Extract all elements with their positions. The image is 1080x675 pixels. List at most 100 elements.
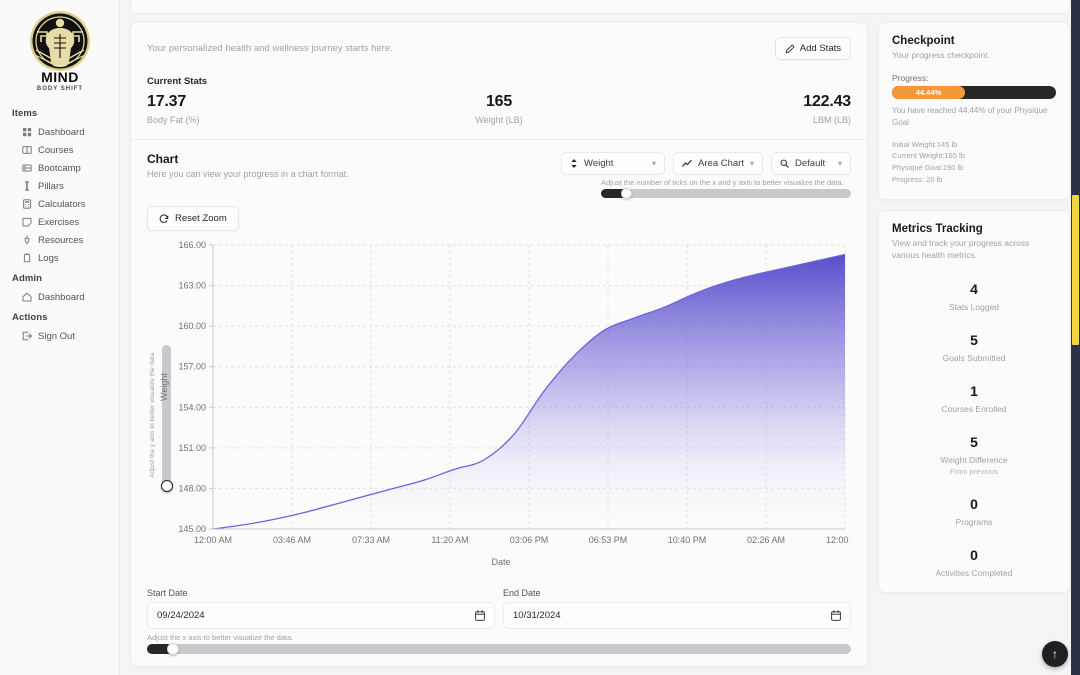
chart-canvas[interactable]: 145.00 148.00 151.00 154.00 157.00 160.00 163.…: [151, 235, 851, 580]
sidebar-item-courses[interactable]: Courses: [0, 141, 119, 159]
chevron-down-icon: ▾: [749, 159, 754, 168]
svg-text:MIND: MIND: [41, 69, 79, 85]
ticks-slider[interactable]: [601, 188, 851, 199]
svg-text:163.00: 163.00: [178, 281, 206, 291]
x-axis-slider-handle[interactable]: [167, 643, 179, 655]
metric-select-value: Weight: [584, 158, 614, 169]
chevron-down-icon: ▾: [652, 159, 657, 168]
whistle-icon: [22, 163, 32, 173]
secondary-column: Checkpoint Your progress checkpoint. Pro…: [878, 22, 1070, 594]
calendar-icon[interactable]: [475, 610, 485, 621]
svg-text:03:06 PM: 03:06 PM: [510, 535, 549, 545]
progress-label: Progress:: [892, 73, 929, 84]
add-stats-label: Add Stats: [799, 43, 841, 54]
metric-value: 0: [970, 496, 978, 513]
stats-row: 17.37 Body Fat (%) 165 Weight (LB) 122.4…: [147, 93, 851, 125]
metric-item: 5 Goals Submitted: [892, 332, 1056, 363]
reset-zoom-button[interactable]: Reset Zoom: [147, 206, 239, 231]
svg-text:Weight: Weight: [159, 373, 169, 401]
chevron-down-icon: ▾: [837, 159, 842, 168]
chart-title: Chart: [147, 152, 179, 166]
metric-select[interactable]: Weight ▾: [561, 152, 666, 175]
metric-label: Weight Difference: [940, 455, 1008, 466]
stat-value: 122.43: [803, 93, 852, 110]
edit-icon: [785, 44, 795, 53]
x-axis-slider-group: Adjust the x axis to better visualize th…: [147, 629, 851, 666]
progress-bar-fill: 44.44%: [892, 86, 965, 100]
mind-body-shift-logo-icon: MIND BODY SHIFT: [29, 11, 90, 92]
end-date-label: End Date: [503, 588, 541, 598]
svg-text:10:40 PM: 10:40 PM: [668, 535, 707, 545]
metric-value: 5: [970, 434, 978, 451]
svg-text:02:26 AM: 02:26 AM: [747, 535, 785, 545]
area-chart-svg: 145.00 148.00 151.00 154.00 157.00 160.00 163.…: [159, 240, 851, 545]
checkpoint-description: Your progress checkpoint.: [892, 50, 990, 60]
svg-text:145.00: 145.00: [178, 524, 206, 534]
stat-body-fat: 17.37 Body Fat (%): [147, 93, 382, 125]
sidebar-item-logs[interactable]: Logs: [0, 249, 119, 267]
sort-icon: [571, 159, 577, 168]
ticks-slider-handle[interactable]: [621, 188, 632, 199]
current-stats-heading: Current Stats: [147, 76, 208, 87]
metric-item: 5 Weight Difference From previous: [892, 434, 1056, 476]
stat-lbm: 122.43 LBM (LB): [616, 93, 851, 125]
metrics-title: Metrics Tracking: [892, 223, 983, 236]
sidebar-item-sign-out[interactable]: Sign Out: [0, 327, 119, 345]
chart-heading-group: Chart Here you can view your progress in…: [147, 152, 349, 179]
checkpoint-card: Checkpoint Your progress checkpoint. Pro…: [878, 22, 1070, 201]
svg-text:12:00 AM: 12:00 AM: [826, 535, 851, 545]
sidebar-item-label: Dashboard: [38, 126, 85, 138]
stat-label: LBM (LB): [813, 115, 852, 125]
stat-label: Weight (LB): [475, 115, 523, 125]
brand-logo[interactable]: MIND BODY SHIFT: [0, 6, 119, 102]
add-stats-button[interactable]: Add Stats: [774, 37, 851, 60]
hero-subtitle: Your personalized health and wellness jo…: [147, 43, 393, 54]
sidebar-item-label: Calculators: [38, 198, 86, 210]
metric-item: 0 Programs: [892, 496, 1056, 527]
main-content: Your personalized health and wellness jo…: [120, 0, 1080, 675]
x-axis-title: Date: [491, 557, 511, 567]
checkpoint-detail-line: Initial Weight:145 lb: [892, 139, 958, 149]
sidebar-nav: Items Dashboard Courses Bootcamp Pillars Calc…: [0, 102, 119, 345]
calendar-icon[interactable]: [831, 610, 841, 621]
checkpoint-detail-line: Current Weight:165 lb: [892, 151, 965, 161]
area-chart-icon: [682, 159, 692, 167]
metric-sublabel: From previous: [950, 467, 998, 477]
end-date-input[interactable]: 10/31/2024: [503, 602, 851, 629]
search-icon: [780, 159, 789, 168]
stat-value: 165: [485, 93, 513, 110]
plug-icon: [22, 235, 32, 245]
date-range-controls: Start Date 09/24/2024 End Date 10/31/202…: [147, 580, 851, 629]
start-date-input[interactable]: 09/24/2024: [147, 602, 495, 629]
metric-label: Courses Enrolled: [941, 404, 1007, 415]
sidebar-item-label: Bootcamp: [38, 162, 81, 174]
sidebar-item-label: Pillars: [38, 180, 64, 192]
progress-bar: 44.44%: [892, 86, 1056, 100]
x-axis-slider[interactable]: [147, 643, 851, 655]
metric-item: 4 Stats Logged: [892, 281, 1056, 312]
sidebar-item-dashboard[interactable]: Dashboard: [0, 288, 119, 306]
metrics-description: View and track your progress across vari…: [892, 238, 1030, 260]
chart-style-select[interactable]: Default ▾: [771, 152, 851, 175]
sidebar-item-dashboard[interactable]: Dashboard: [0, 123, 119, 141]
end-date-value: 10/31/2024: [513, 610, 561, 621]
clipboard-icon: [22, 253, 32, 263]
page-scrollbar[interactable]: [1071, 0, 1080, 675]
sidebar-item-bootcamp[interactable]: Bootcamp: [0, 159, 119, 177]
svg-text:12:00 AM: 12:00 AM: [194, 535, 232, 545]
sidebar-item-calculators[interactable]: Calculators: [0, 195, 119, 213]
home-icon: [22, 292, 32, 302]
sidebar-item-pillars[interactable]: Pillars: [0, 177, 119, 195]
sidebar-item-resources[interactable]: Resources: [0, 231, 119, 249]
arrow-up-icon: ↑: [1052, 647, 1058, 661]
chart-type-select[interactable]: Area Chart ▾: [673, 152, 763, 175]
sidebar-item-label: Courses: [38, 144, 74, 156]
metric-value: 5: [970, 332, 978, 349]
svg-text:07:33 AM: 07:33 AM: [352, 535, 390, 545]
sidebar-section-title: Items: [12, 108, 38, 119]
sidebar-item-exercises[interactable]: Exercises: [0, 213, 119, 231]
scroll-to-top-button[interactable]: ↑: [1042, 641, 1068, 667]
svg-text:03:46 AM: 03:46 AM: [273, 535, 311, 545]
metrics-tracking-card: Metrics Tracking View and track your pro…: [878, 210, 1070, 594]
page-scrollbar-thumb[interactable]: [1072, 195, 1079, 345]
